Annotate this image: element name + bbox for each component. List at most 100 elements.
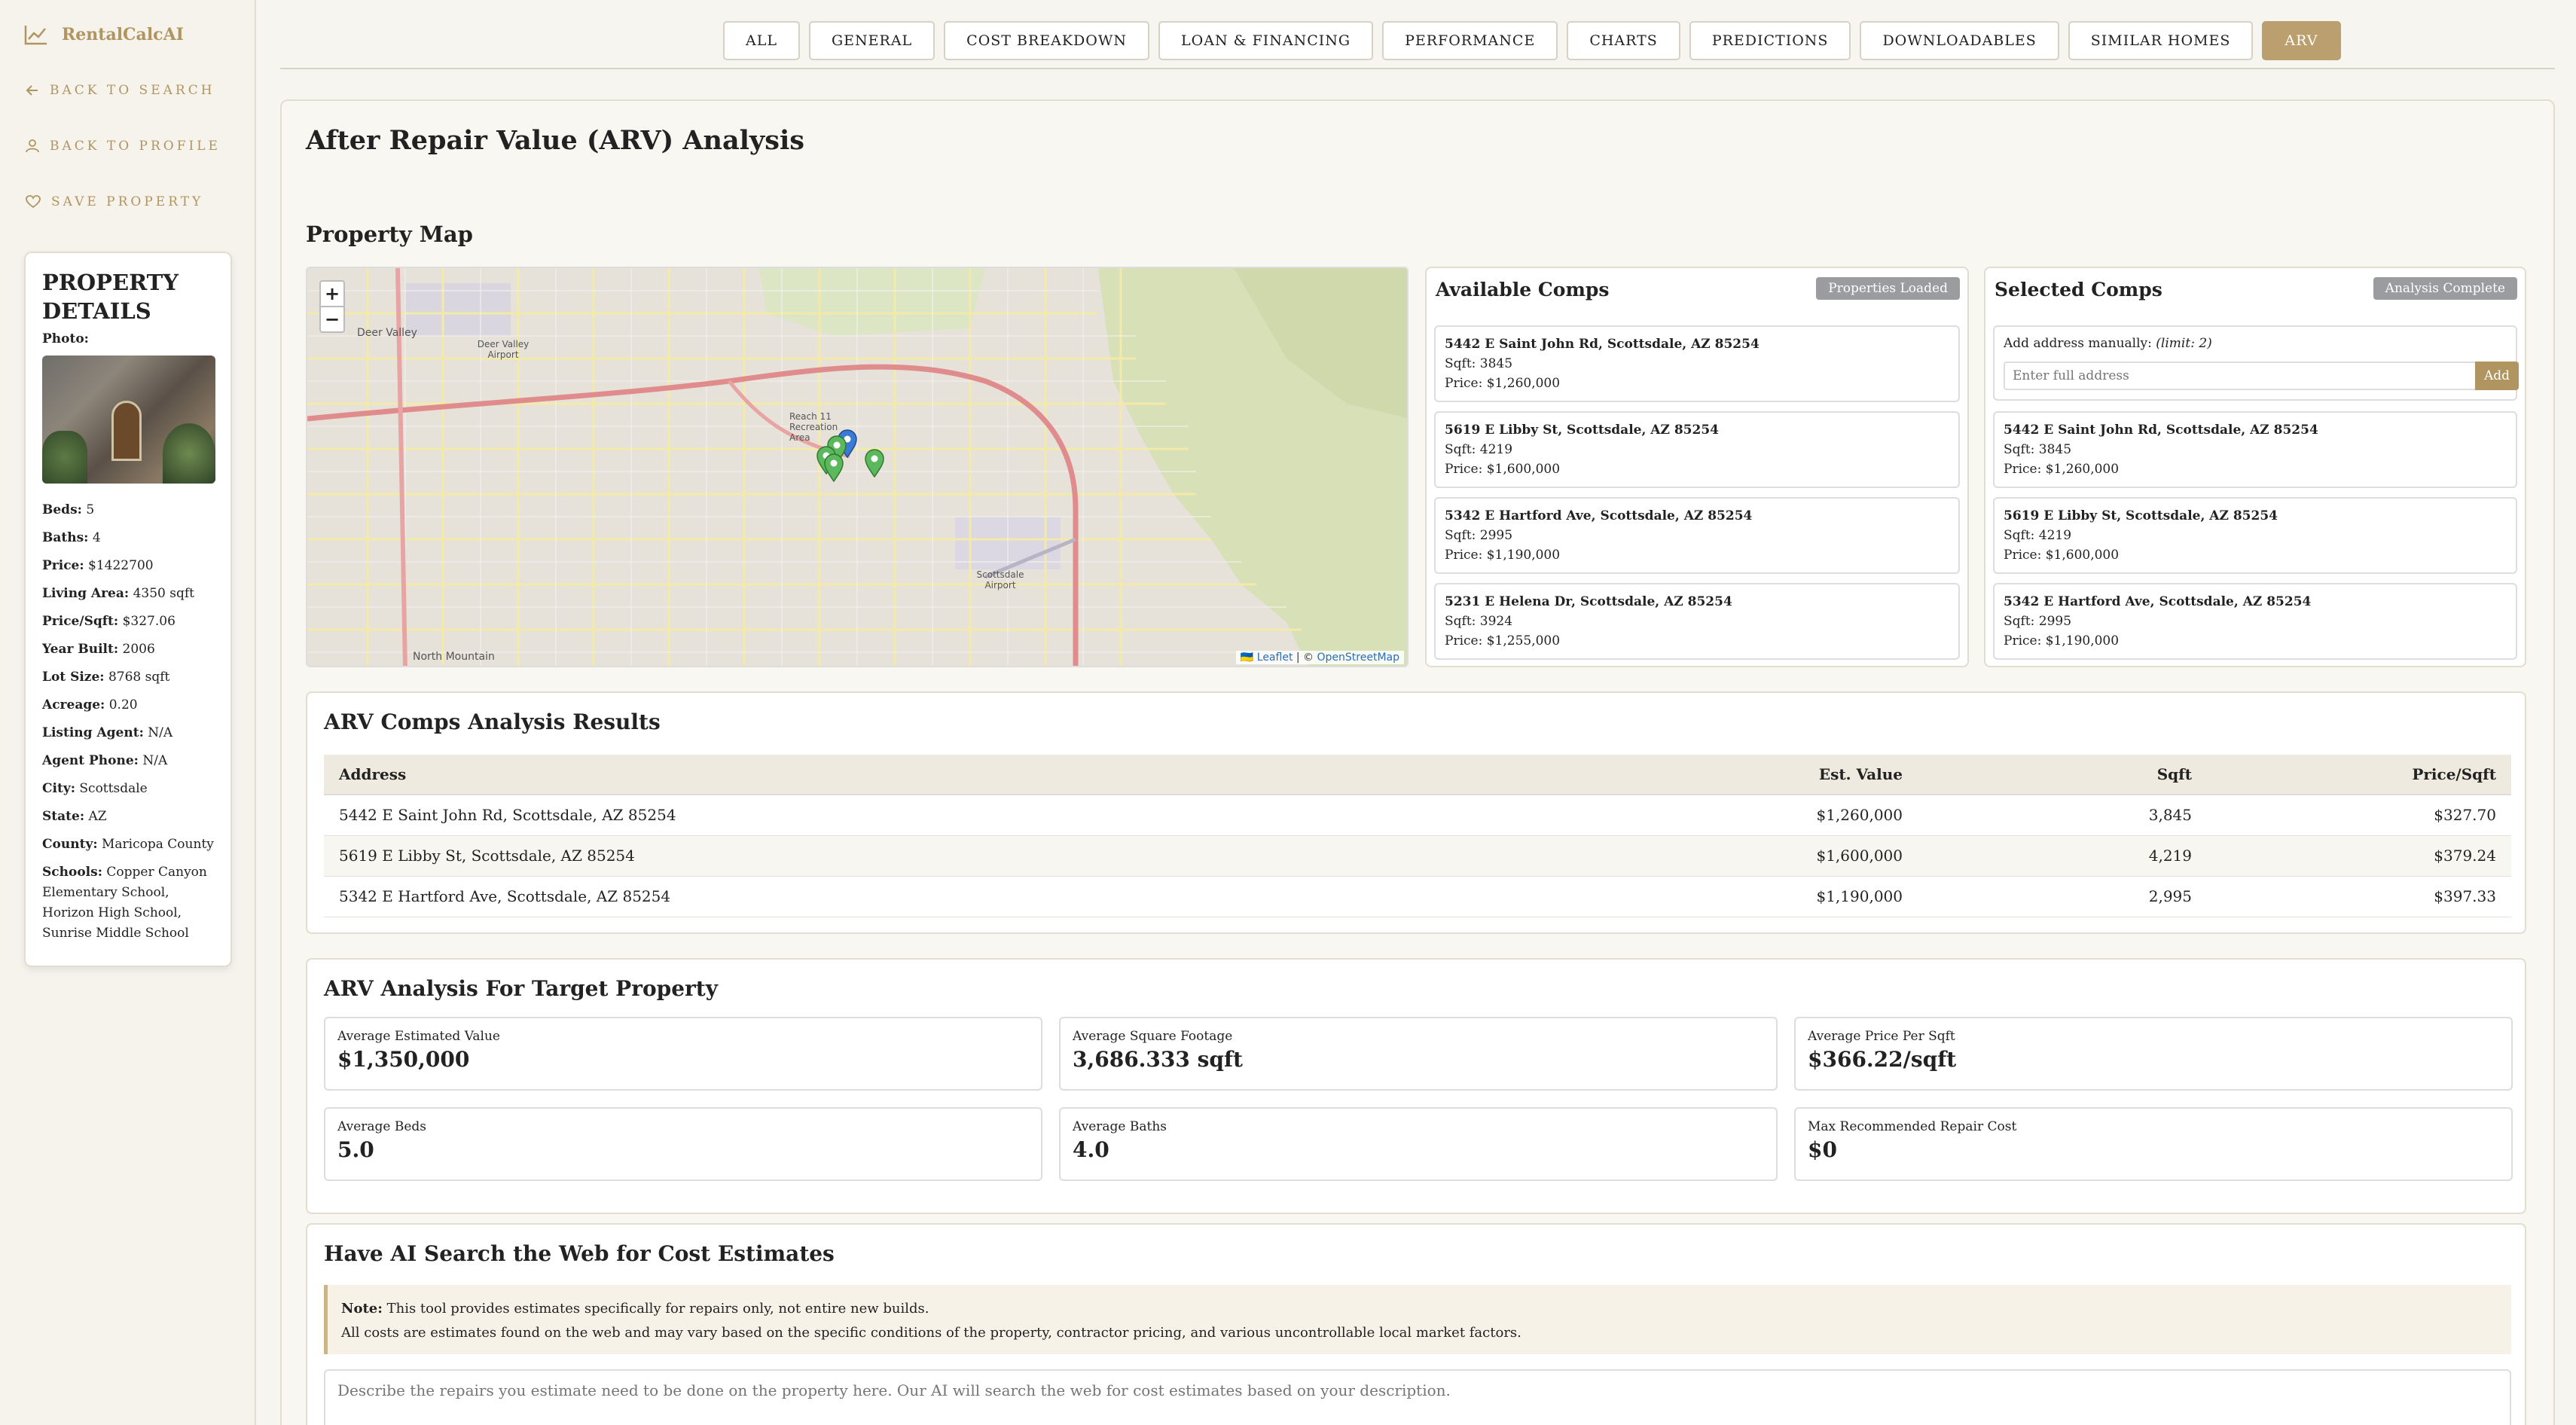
photo-label: Photo:: [42, 331, 89, 346]
selected-comp-card[interactable]: 5442 E Saint John Rd, Scottsdale, AZ 852…: [1993, 411, 2517, 488]
tab-bar: ALL GENERAL COST BREAKDOWN LOAN & FINANCING…: [723, 21, 2341, 60]
photo-door: [111, 401, 142, 461]
available-comps-title: Available Comps: [1436, 279, 1610, 301]
detail-label: State:: [42, 809, 85, 824]
repair-description-input[interactable]: [324, 1369, 2511, 1425]
photo-plant-right: [163, 423, 215, 484]
leaflet-link[interactable]: Leaflet: [1257, 651, 1293, 664]
user-icon: [26, 139, 39, 153]
tab-cost-breakdown[interactable]: COST BREAKDOWN: [944, 21, 1150, 60]
comp-address: 5442 E Saint John Rd, Scottsdale, AZ 852…: [2004, 423, 2318, 438]
tab-arv[interactable]: ARV: [2262, 21, 2341, 60]
detail-value: Maricopa County: [102, 837, 214, 852]
map-title: Property Map: [306, 221, 473, 247]
available-comp-card[interactable]: 5619 E Libby St, Scottsdale, AZ 85254 Sqf…: [1434, 411, 1960, 488]
available-comp-card[interactable]: 5231 E Helena Dr, Scottsdale, AZ 85254 Sq…: [1434, 583, 1960, 660]
tab-performance[interactable]: PERFORMANCE: [1382, 21, 1558, 60]
selected-comp-card[interactable]: 5619 E Libby St, Scottsdale, AZ 85254 Sqf…: [1993, 497, 2517, 574]
selected-comps-title: Selected Comps: [1995, 279, 2162, 301]
available-comp-card[interactable]: 5342 E Hartford Ave, Scottsdale, AZ 8525…: [1434, 497, 1960, 574]
cell-est-value: $1,190,000: [1816, 887, 1903, 905]
comp-price: Price: $1,190,000: [1445, 548, 1561, 563]
detail-label: Beds:: [42, 502, 82, 517]
stat-value: $1,350,000: [337, 1047, 470, 1072]
detail-row: Price/Sqft: $327.06: [42, 612, 214, 632]
available-comp-card[interactable]: 5442 E Saint John Rd, Scottsdale, AZ 852…: [1434, 325, 1960, 402]
brand[interactable]: RentalCalcAI: [24, 24, 184, 45]
save-property-button[interactable]: Save Property: [26, 194, 203, 209]
map-zoom-out-button[interactable]: −: [319, 306, 345, 333]
stat-label: Average Price Per Sqft: [1808, 1029, 1955, 1044]
openstreetmap-link[interactable]: OpenStreetMap: [1317, 651, 1399, 664]
back-to-search-link[interactable]: Back to Search: [26, 83, 215, 98]
tab-all[interactable]: ALL: [723, 21, 800, 60]
brand-name: RentalCalcAI: [62, 25, 184, 44]
property-map[interactable]: Deer Valley Deer Valley Airport North Mo…: [306, 267, 1409, 667]
table-row: 5619 E Libby St, Scottsdale, AZ 85254 $1,…: [324, 836, 2511, 877]
detail-value: 0.20: [108, 697, 138, 712]
cell-address: 5442 E Saint John Rd, Scottsdale, AZ 852…: [339, 806, 676, 824]
note-text-2: All costs are estimates found on the web…: [341, 1325, 1521, 1341]
detail-row: Living Area: 4350 sqft: [42, 584, 214, 604]
heart-icon: [26, 195, 41, 209]
back-to-profile-link[interactable]: Back to Profile: [26, 139, 221, 154]
cell-address: 5619 E Libby St, Scottsdale, AZ 85254: [339, 847, 635, 865]
map-marker-green-3[interactable]: [824, 453, 844, 482]
add-address-limit: (limit: 2): [2156, 336, 2212, 351]
detail-row: Baths: 4: [42, 528, 214, 548]
comp-address: 5342 E Hartford Ave, Scottsdale, AZ 8525…: [1445, 508, 1753, 523]
detail-row: Schools: Copper Canyon Elementary School…: [42, 862, 214, 944]
comp-address: 5619 E Libby St, Scottsdale, AZ 85254: [2004, 508, 2278, 523]
tab-similar-homes[interactable]: SIMILAR HOMES: [2068, 21, 2254, 60]
stat-value: 3,686.333 sqft: [1073, 1047, 1243, 1072]
comp-price: Price: $1,190,000: [2004, 633, 2120, 648]
comp-address: 5619 E Libby St, Scottsdale, AZ 85254: [1445, 423, 1719, 438]
detail-row: City: Scottsdale: [42, 779, 214, 799]
property-details-card: PROPERTY DETAILS Photo: Beds: 5 Baths: 4P…: [24, 252, 232, 967]
detail-row: Agent Phone: N/A: [42, 751, 214, 771]
stat-card: Max Recommended Repair Cost $0: [1794, 1107, 2513, 1181]
map-zoom-in-button[interactable]: +: [319, 280, 345, 307]
tab-predictions[interactable]: PREDICTIONS: [1689, 21, 1851, 60]
map-attribution: 🇺🇦 Leaflet | © OpenStreetMap: [1235, 651, 1404, 664]
detail-value: AZ: [88, 809, 107, 824]
tab-loan-financing[interactable]: LOAN & FINANCING: [1158, 21, 1374, 60]
tab-downloadables[interactable]: DOWNLOADABLES: [1860, 21, 2059, 60]
ukraine-flag-icon: 🇺🇦: [1240, 651, 1254, 664]
map-marker-green-4[interactable]: [865, 449, 884, 478]
stat-card: Average Price Per Sqft $366.22/sqft: [1794, 1017, 2513, 1091]
cell-est-value: $1,260,000: [1816, 806, 1903, 824]
add-address-button[interactable]: Add: [2475, 362, 2519, 390]
tab-general[interactable]: GENERAL: [808, 21, 935, 60]
tab-charts[interactable]: CHARTS: [1567, 21, 1680, 60]
stat-card: Average Beds 5.0: [324, 1107, 1042, 1181]
detail-label: Listing Agent:: [42, 725, 144, 740]
cell-price-sqft: $379.24: [2434, 847, 2496, 865]
property-details-list: Beds: 5 Baths: 4 Price: $1422700 Living Are…: [42, 500, 214, 944]
detail-value: N/A: [142, 753, 168, 768]
comp-price: Price: $1,600,000: [2004, 548, 2120, 563]
detail-label: Acreage:: [42, 697, 105, 712]
detail-row: State: AZ: [42, 807, 214, 827]
selected-comp-card[interactable]: 5342 E Hartford Ave, Scottsdale, AZ 8525…: [1993, 583, 2517, 660]
add-address-input[interactable]: [2004, 362, 2477, 390]
comp-sqft: Sqft: 2995: [1445, 528, 1513, 543]
detail-label: City:: [42, 781, 75, 796]
header-address: Address: [339, 765, 407, 783]
property-photo: [42, 355, 215, 484]
detail-row: Listing Agent: N/A: [42, 723, 214, 743]
stat-label: Average Estimated Value: [337, 1029, 500, 1044]
ai-note: Note: This tool provides estimates speci…: [324, 1285, 2511, 1354]
stat-card: Average Baths 4.0: [1059, 1107, 1778, 1181]
cell-sqft: 4,219: [2148, 847, 2192, 865]
detail-row: County: Maricopa County: [42, 835, 214, 855]
ai-cost-title: Have AI Search the Web for Cost Estimate…: [324, 1241, 835, 1266]
analysis-complete-badge: Analysis Complete: [2373, 277, 2517, 300]
detail-value: $1422700: [88, 558, 154, 573]
header-est-value: Est. Value: [1818, 765, 1903, 783]
stat-value: 5.0: [337, 1137, 374, 1162]
detail-row: Acreage: 0.20: [42, 695, 214, 716]
comp-address: 5231 E Helena Dr, Scottsdale, AZ 85254: [1445, 594, 1732, 609]
page-title: After Repair Value (ARV) Analysis: [306, 125, 804, 156]
comp-sqft: Sqft: 4219: [2004, 528, 2072, 543]
